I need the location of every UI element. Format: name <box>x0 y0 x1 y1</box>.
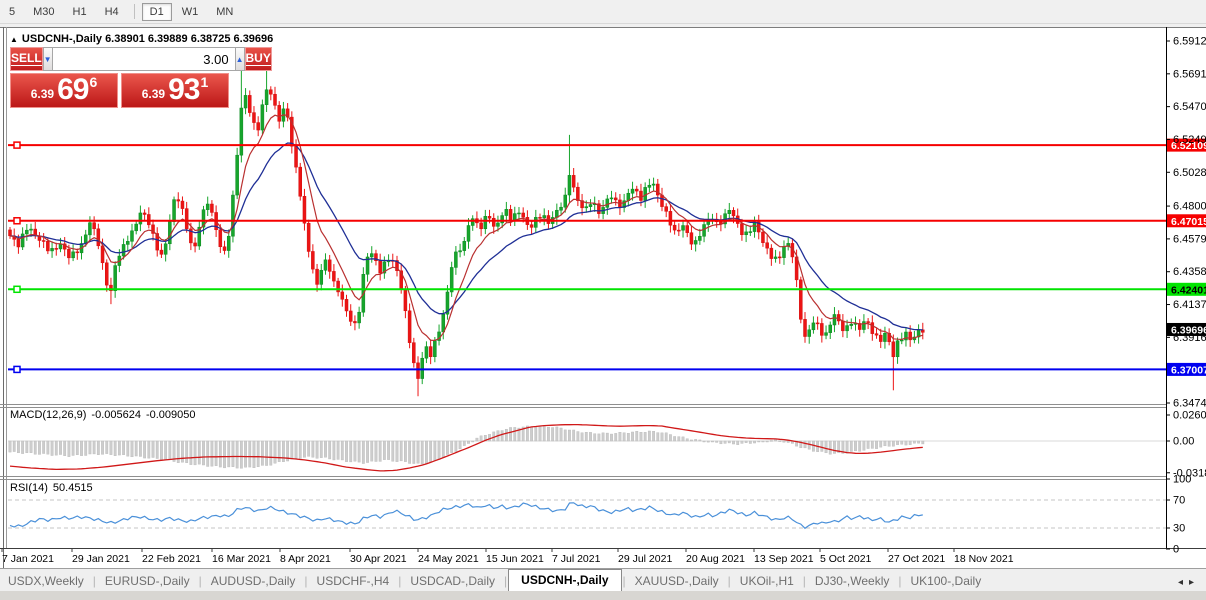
svg-text:6.43585: 6.43585 <box>1173 266 1206 278</box>
chart-canvas[interactable]: 6.521096.470156.424016.370076.396966.591… <box>0 27 1206 568</box>
sell-price-sup: 6 <box>89 74 98 90</box>
level-handle[interactable] <box>13 285 21 294</box>
spinner-down-icon: ▼ <box>43 54 52 64</box>
sell-price-big: 69 <box>57 73 89 106</box>
timeframe-button-d1[interactable]: D1 <box>141 2 172 21</box>
sell-price-small: 6.39 <box>30 87 55 101</box>
svg-text:24 May 2021: 24 May 2021 <box>418 553 479 565</box>
tab-uk100-daily[interactable]: UK100-,Daily <box>903 571 990 592</box>
tab-scroll-right-icon: ▸ <box>1188 577 1200 588</box>
svg-text:6.50280: 6.50280 <box>1173 167 1206 179</box>
svg-text:6.47015: 6.47015 <box>1171 216 1206 228</box>
buy-price-small: 6.39 <box>141 87 166 101</box>
timeframe-button-w1[interactable]: W1 <box>174 3 207 21</box>
svg-text:7 Jan 2021: 7 Jan 2021 <box>2 553 54 565</box>
timeframe-button-m30[interactable]: M30 <box>25 3 62 21</box>
buy-price-big: 93 <box>168 73 200 106</box>
svg-text:6.48005: 6.48005 <box>1173 201 1206 213</box>
sell-button[interactable]: SELL <box>10 47 43 71</box>
svg-text:6.41375: 6.41375 <box>1173 299 1206 311</box>
svg-text:0.02607: 0.02607 <box>1173 410 1206 422</box>
timeframe-button-h1[interactable]: H1 <box>65 3 95 21</box>
level-handle[interactable] <box>13 365 21 374</box>
svg-text:6.54700: 6.54700 <box>1173 101 1206 113</box>
level-handle[interactable] <box>13 217 21 225</box>
tab-usdchf-h4[interactable]: USDCHF-,H4 <box>309 571 398 592</box>
svg-text:27 Oct 2021: 27 Oct 2021 <box>888 553 945 565</box>
timeframe-button-h4[interactable]: H4 <box>97 3 127 21</box>
level-handle[interactable] <box>13 141 21 149</box>
toolbar-divider <box>133 4 135 19</box>
window-bottom-strip <box>0 591 1206 600</box>
volume-increase-button[interactable]: ▲ <box>234 47 245 71</box>
tab-eurusd-daily[interactable]: EURUSD-,Daily <box>97 571 198 592</box>
timeframe-toolbar: 5 M30 H1 H4 D1 W1 MN <box>0 0 1206 24</box>
svg-text:6.59120: 6.59120 <box>1173 36 1206 48</box>
svg-text:6.45795: 6.45795 <box>1173 233 1206 245</box>
svg-text:16 Mar 2021: 16 Mar 2021 <box>212 553 271 565</box>
chart-symbol-label: USDCNH-,Daily <box>21 33 102 45</box>
svg-text:18 Nov 2021: 18 Nov 2021 <box>954 553 1014 565</box>
svg-text:5 Oct 2021: 5 Oct 2021 <box>820 553 872 565</box>
svg-text:30: 30 <box>1173 523 1185 535</box>
svg-text:100: 100 <box>1173 474 1191 486</box>
volume-decrease-button[interactable]: ▼ <box>42 47 53 71</box>
tab-dj30-weekly[interactable]: DJ30-,Weekly <box>807 571 897 592</box>
svg-text:0: 0 <box>1173 544 1179 556</box>
svg-text:29 Jan 2021: 29 Jan 2021 <box>72 553 130 565</box>
buy-price-sup: 1 <box>200 74 209 90</box>
svg-text:15 Jun 2021: 15 Jun 2021 <box>486 553 544 565</box>
tab-usdcnh-daily[interactable]: USDCNH-,Daily <box>508 569 622 592</box>
svg-text:29 Jul 2021: 29 Jul 2021 <box>618 553 672 565</box>
svg-text:6.52490: 6.52490 <box>1173 134 1206 146</box>
tab-scroll-left-icon: ◂ <box>1177 577 1189 588</box>
svg-text:6.42401: 6.42401 <box>1171 284 1206 296</box>
sell-price-button[interactable]: 6.39 69 6 <box>10 73 118 108</box>
tab-usdx-weekly[interactable]: USDX,Weekly <box>0 571 92 592</box>
svg-text:30 Apr 2021: 30 Apr 2021 <box>350 553 407 565</box>
svg-text:6.34745: 6.34745 <box>1173 398 1206 410</box>
chart-title: ▲ USDCNH-,Daily 6.38901 6.39889 6.38725 6… <box>10 33 273 45</box>
tab-scroll-arrows[interactable]: ◂▸ <box>1178 577 1200 588</box>
svg-text:22 Feb 2021: 22 Feb 2021 <box>142 553 201 565</box>
svg-text:70: 70 <box>1173 495 1185 507</box>
svg-text:6.39165: 6.39165 <box>1173 332 1206 344</box>
svg-text:0.00: 0.00 <box>1173 436 1194 448</box>
svg-text:8 Apr 2021: 8 Apr 2021 <box>280 553 331 565</box>
one-click-trading-panel: SELL ▼ ▲ BUY 6.39 69 6 6.39 93 1 <box>10 47 272 108</box>
tab-usdcad-daily[interactable]: USDCAD-,Daily <box>402 571 503 592</box>
buy-price-button[interactable]: 6.39 93 1 <box>121 73 229 108</box>
svg-text:13 Sep 2021: 13 Sep 2021 <box>754 553 814 565</box>
chart-ohlc-values: 6.38901 6.39889 6.38725 6.39696 <box>105 33 274 45</box>
svg-text:7 Jul 2021: 7 Jul 2021 <box>552 553 601 565</box>
svg-text:20 Aug 2021: 20 Aug 2021 <box>686 553 745 565</box>
volume-input[interactable] <box>52 47 235 71</box>
rsi-indicator-title: RSI(14) 50.4515 <box>10 482 93 494</box>
chart-window: 6.52109 6.47015 6.42401 6.37007 6.39696 6.591… <box>0 27 1206 568</box>
tab-ukoil-h1[interactable]: UKOil-,H1 <box>732 571 802 592</box>
svg-text:6.56910: 6.56910 <box>1173 68 1206 80</box>
spinner-up-icon: ▲ <box>235 54 244 64</box>
tab-xauusd-daily[interactable]: XAUUSD-,Daily <box>627 571 727 592</box>
timeframe-button-mn[interactable]: MN <box>208 3 241 21</box>
macd-indicator-title: MACD(12,26,9) -0.005624 -0.009050 <box>10 409 196 421</box>
svg-text:6.37007: 6.37007 <box>1171 364 1206 376</box>
tab-audusd-daily[interactable]: AUDUSD-,Daily <box>203 571 304 592</box>
collapse-triangle-icon[interactable]: ▲ <box>10 35 18 44</box>
buy-button[interactable]: BUY <box>244 47 272 71</box>
chart-tab-bar: USDX,Weekly | EURUSD-,Daily | AUDUSD-,Daily |… <box>0 568 1206 592</box>
timeframe-button-5[interactable]: 5 <box>1 3 23 21</box>
